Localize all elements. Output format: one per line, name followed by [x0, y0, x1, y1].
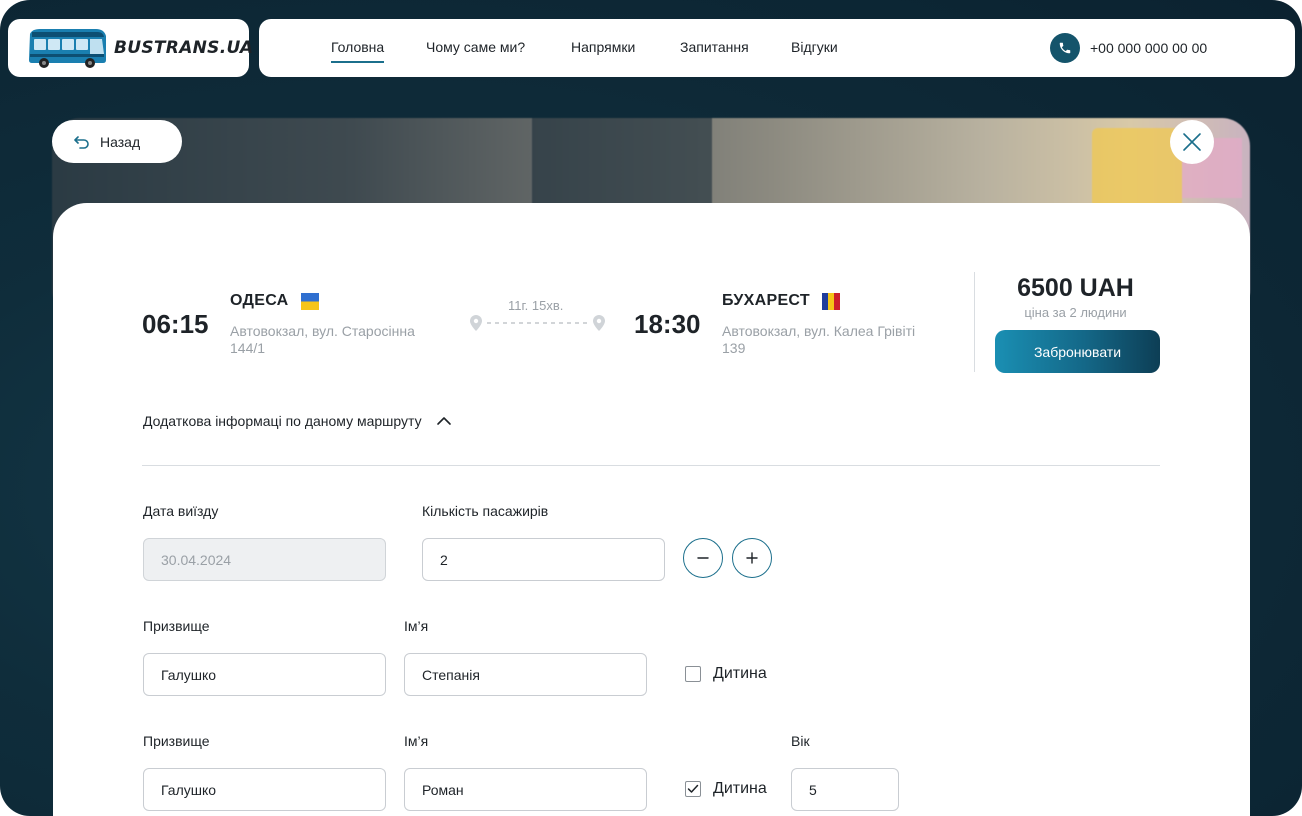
- arrival-time: 18:30: [634, 309, 701, 339]
- nav-item-directions[interactable]: Напрямки: [571, 39, 635, 55]
- date-field: 30.04.2024: [143, 538, 386, 581]
- name-label: Ім’я: [404, 618, 429, 634]
- logo[interactable]: BUSTRANS.UA: [8, 19, 253, 77]
- phone-link[interactable]: +00 000 000 00 00: [1050, 33, 1207, 63]
- surname-label: Призвище: [143, 733, 210, 749]
- surname-input[interactable]: Галушко: [143, 768, 386, 811]
- close-button[interactable]: [1170, 120, 1214, 164]
- nav-item-why-us[interactable]: Чому саме ми?: [426, 39, 525, 55]
- booking-card: 06:15 ОДЕСА Автовокзал, вул. Старосінна …: [53, 203, 1250, 816]
- back-arrow-icon: [74, 135, 89, 149]
- plus-icon: [746, 552, 758, 564]
- more-info-toggle[interactable]: Додаткова інформаці по даному маршруту: [143, 413, 452, 429]
- arrival-city-name: БУХАРЕСТ: [722, 292, 810, 309]
- route-line-icon: [470, 315, 605, 331]
- passengers-count-label: Кількість пасажирів: [422, 503, 549, 519]
- app-frame: BUSTRANS.UA Головна Чому саме ми? Напрям…: [0, 0, 1302, 816]
- trip-duration: 11г. 15хв.: [508, 298, 564, 313]
- nav-item-home[interactable]: Головна: [331, 39, 385, 63]
- age-label: Вік: [791, 733, 810, 749]
- price: 6500 UAH: [1017, 274, 1134, 302]
- price-divider: [974, 272, 975, 372]
- surname-input[interactable]: Галушко: [143, 653, 386, 696]
- date-label: Дата виїзду: [143, 503, 219, 519]
- chevron-up-icon: [436, 417, 451, 425]
- age-input[interactable]: 5: [791, 768, 899, 811]
- minus-icon: [697, 557, 709, 559]
- top-nav: Головна Чому саме ми? Напрямки Запитання…: [259, 19, 1295, 77]
- name-input[interactable]: Степанія: [404, 653, 647, 696]
- departure-address: Автовокзал, вул. Старосінна 144/1: [230, 323, 415, 356]
- more-info-label: Додаткова інформаці по даному маршруту: [143, 413, 422, 429]
- checkbox-unchecked-icon: [685, 666, 701, 682]
- child-checkbox-label: Дитина: [713, 665, 767, 682]
- nav-item-faq[interactable]: Запитання: [680, 39, 749, 55]
- back-button[interactable]: Назад: [52, 120, 182, 163]
- close-icon: [1183, 133, 1201, 151]
- phone-icon: [1050, 33, 1080, 63]
- increase-passengers-button[interactable]: [732, 538, 772, 578]
- bus-logo-icon: [26, 26, 108, 70]
- child-checkbox-label: Дитина: [713, 780, 767, 797]
- name-input[interactable]: Роман: [404, 768, 647, 811]
- departure-time: 06:15: [142, 309, 209, 339]
- ukraine-flag-icon: [300, 292, 319, 310]
- child-checkbox[interactable]: Дитина: [685, 665, 767, 683]
- book-button[interactable]: Забронювати: [995, 330, 1160, 373]
- departure-city-name: ОДЕСА: [230, 292, 289, 309]
- arrival-address: Автовокзал, вул. Калеа Грівіті 139: [722, 323, 916, 356]
- nav-item-reviews[interactable]: Відгуки: [791, 39, 838, 55]
- surname-label: Призвище: [143, 618, 210, 634]
- name-label: Ім’я: [404, 733, 429, 749]
- passengers-count-input[interactable]: 2: [422, 538, 665, 581]
- departure-city: ОДЕСА: [230, 292, 319, 310]
- price-note: ціна за 2 людини: [1024, 305, 1127, 320]
- romania-flag-icon: [821, 292, 840, 310]
- decrease-passengers-button[interactable]: [683, 538, 723, 578]
- checkbox-checked-icon: [685, 781, 701, 797]
- section-divider: [142, 465, 1160, 466]
- arrival-city: БУХАРЕСТ: [722, 292, 840, 310]
- phone-number: +00 000 000 00 00: [1090, 40, 1208, 56]
- back-label: Назад: [100, 133, 141, 150]
- child-checkbox[interactable]: Дитина: [685, 780, 767, 798]
- brand-name: BUSTRANS.UA: [114, 38, 254, 58]
